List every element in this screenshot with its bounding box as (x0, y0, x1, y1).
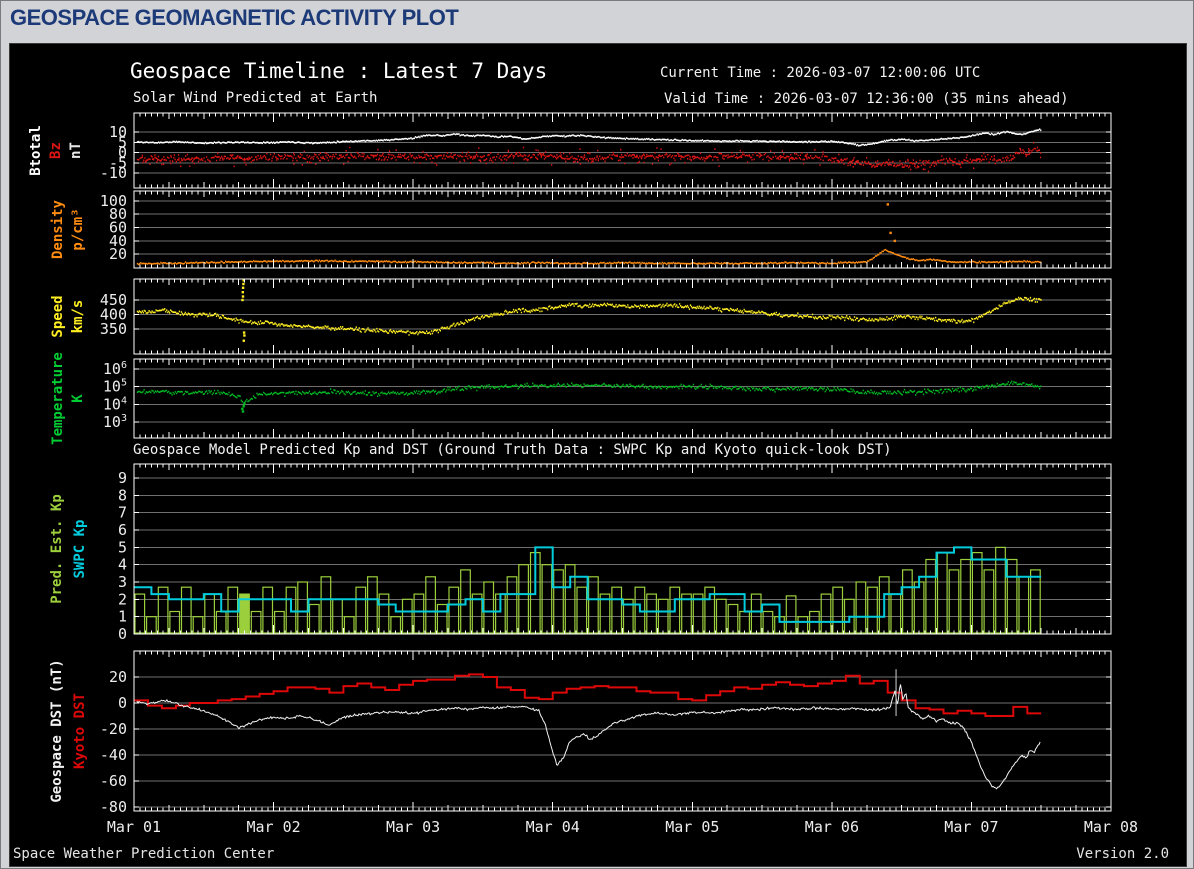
svg-text:6: 6 (118, 521, 127, 539)
svg-text:Density: Density (50, 199, 66, 259)
svg-text:Temperature: Temperature (50, 352, 66, 445)
geomagnetic-activity-chart: 1050-5-10Btotal Bz nT10080604020Density p/c… (28, 112, 1138, 836)
svg-text:Mar 06: Mar 06 (805, 818, 859, 836)
svg-text:103: 103 (103, 413, 127, 431)
svg-text:0: 0 (118, 625, 127, 643)
svg-text:K: K (70, 394, 86, 403)
svg-text:Mar 02: Mar 02 (247, 818, 301, 836)
svg-text:Mar 03: Mar 03 (386, 818, 440, 836)
svg-text:4: 4 (118, 556, 127, 574)
svg-text:Mar 05: Mar 05 (665, 818, 719, 836)
geospace-activity-page: GEOSPACE GEOMAGNETIC ACTIVITY PLOT Geosp… (0, 0, 1194, 869)
svg-text:8: 8 (118, 486, 127, 504)
svg-text:-10: -10 (100, 164, 127, 182)
svg-text:-80: -80 (100, 798, 127, 816)
svg-text:Mar 07: Mar 07 (944, 818, 998, 836)
svg-text:Mar 08: Mar 08 (1084, 818, 1138, 836)
svg-text:-20: -20 (100, 720, 127, 738)
svg-text:km/s: km/s (70, 300, 86, 334)
svg-text:nT: nT (68, 142, 84, 159)
svg-text:7: 7 (118, 504, 127, 522)
svg-text:20: 20 (109, 668, 127, 686)
svg-text:0: 0 (118, 694, 127, 712)
svg-text:105: 105 (103, 378, 127, 396)
svg-text:-60: -60 (100, 772, 127, 790)
svg-text:p/cm³: p/cm³ (70, 208, 86, 250)
svg-text:106: 106 (103, 360, 127, 378)
svg-text:SWPC Kp: SWPC Kp (72, 519, 88, 578)
svg-text:Btotal: Btotal (28, 125, 44, 176)
svg-text:20: 20 (109, 245, 127, 263)
svg-text:104: 104 (103, 395, 127, 413)
svg-text:Speed: Speed (50, 295, 66, 337)
svg-text:-40: -40 (100, 746, 127, 764)
svg-text:Mar 01: Mar 01 (107, 818, 161, 836)
svg-text:Geospace DST (nT): Geospace DST (nT) (49, 659, 65, 802)
svg-text:9: 9 (118, 469, 127, 487)
svg-text:350: 350 (100, 320, 127, 338)
svg-text:2: 2 (118, 590, 127, 608)
svg-text:Bz: Bz (48, 142, 64, 159)
svg-text:Kyoto DST: Kyoto DST (72, 693, 88, 769)
svg-text:3: 3 (118, 573, 127, 591)
svg-text:5: 5 (118, 538, 127, 556)
svg-text:Pred. Est. Kp: Pred. Est. Kp (49, 494, 65, 604)
svg-text:1: 1 (118, 608, 127, 626)
svg-text:Mar 04: Mar 04 (526, 818, 580, 836)
